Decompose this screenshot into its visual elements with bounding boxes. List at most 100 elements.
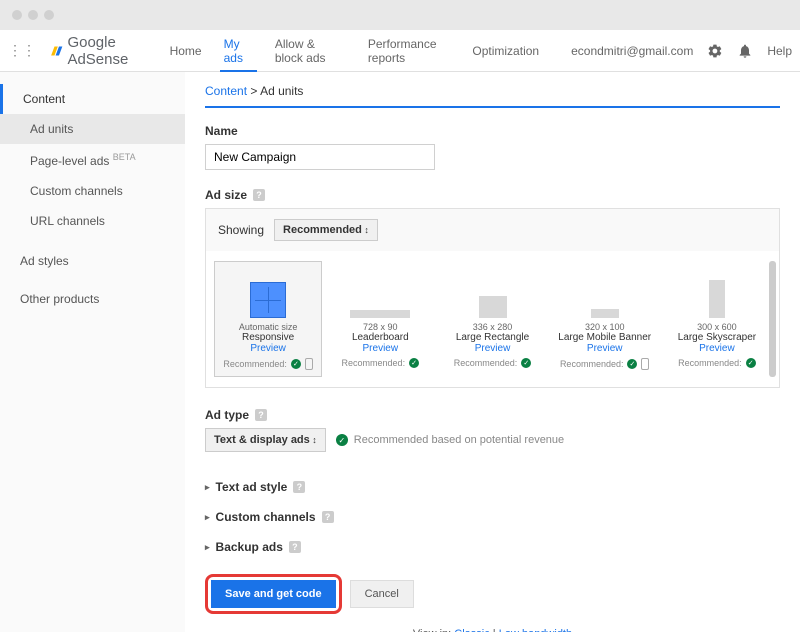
sidebar-item-ad-styles[interactable]: Ad styles [0,246,185,276]
breadcrumb-parent[interactable]: Content [205,84,247,98]
menu-icon[interactable]: ⋮⋮ [8,42,36,59]
window-dot [12,10,22,20]
preview-link[interactable]: Preview [329,343,431,354]
help-icon[interactable]: ? [255,409,267,421]
reco-label: Recommended: [560,359,624,369]
nav-optimization[interactable]: Optimization [468,30,543,72]
label-text: Ad type [205,408,249,422]
main-content: Content > Ad units Name Ad size ? Showin… [185,72,800,632]
reco-label: Recommended: [454,358,518,368]
preview-link[interactable]: Preview [554,343,656,354]
bell-icon[interactable] [737,41,753,61]
check-icon: ✓ [291,359,301,369]
save-and-get-code-button[interactable]: Save and get code [211,580,336,608]
view-low-bandwidth-link[interactable]: Low bandwidth [499,628,572,632]
name-label: Name [205,124,780,138]
ad-dim: 300 x 600 [666,322,768,332]
device-icon [641,358,649,370]
nav-help[interactable]: Help [767,44,792,58]
window-dot [44,10,54,20]
adtype-label: Ad type ? [205,408,780,422]
expand-label: Backup ads [216,540,283,554]
help-icon[interactable]: ? [289,541,301,553]
adsize-list: Automatic size Responsive Preview Recomm… [206,251,779,387]
nav-allow-block[interactable]: Allow & block ads [271,30,350,72]
ad-name: Responsive [217,332,319,343]
preview-link[interactable]: Preview [666,343,768,354]
cancel-button[interactable]: Cancel [350,580,414,608]
adtype-dropdown[interactable]: Text & display ads [205,428,326,452]
ad-dim: Automatic size [217,322,319,332]
ad-shape [591,309,619,318]
help-icon[interactable]: ? [322,511,334,523]
ad-name: Large Rectangle [441,332,543,343]
sidebar-item-custom-channels[interactable]: Custom channels [0,176,185,206]
name-input[interactable] [205,144,435,170]
responsive-icon [250,282,286,318]
help-icon[interactable]: ? [253,189,265,201]
ad-dim: 336 x 280 [441,322,543,332]
adsize-card-large-mobile-banner[interactable]: 320 x 100 Large Mobile Banner Preview Re… [551,261,659,377]
brand-logo[interactable]: Google AdSense [50,34,152,68]
window-dot [28,10,38,20]
adsense-icon [50,42,63,60]
breadcrumb: Content > Ad units [205,84,780,108]
check-icon: ✓ [409,358,419,368]
ad-dim: 728 x 90 [329,322,431,332]
preview-link[interactable]: Preview [217,343,319,354]
sidebar: Content Ad units Page-level ads BETA Cus… [0,72,185,632]
brand-name: Google AdSense [67,34,151,68]
expand-label: Custom channels [216,510,316,524]
nav-home[interactable]: Home [166,30,206,72]
ad-shape [479,296,507,318]
top-nav: ⋮⋮ Google AdSense Home My ads Allow & bl… [0,30,800,72]
beta-badge: BETA [113,152,136,162]
user-email[interactable]: econdmitri@gmail.com [571,44,693,58]
sidebar-item-page-level[interactable]: Page-level ads BETA [0,144,185,176]
save-button-highlight: Save and get code [205,574,342,614]
check-icon: ✓ [336,434,348,446]
expand-backup-ads[interactable]: Backup ads ? [205,532,780,562]
preview-link[interactable]: Preview [441,343,543,354]
adsize-card-large-skyscraper[interactable]: 300 x 600 Large Skyscraper Preview Recom… [663,261,771,377]
gear-icon[interactable] [707,41,723,61]
adsize-card-leaderboard[interactable]: 728 x 90 Leaderboard Preview Recommended… [326,261,434,377]
adsize-card-large-rectangle[interactable]: 336 x 280 Large Rectangle Preview Recomm… [438,261,546,377]
reco-label: Recommended: [678,358,742,368]
breadcrumb-sep: > [250,84,257,98]
nav-performance[interactable]: Performance reports [364,30,455,72]
reco-label: Recommended: [223,359,287,369]
sidebar-heading-content[interactable]: Content [0,84,185,114]
help-icon[interactable]: ? [293,481,305,493]
check-icon: ✓ [521,358,531,368]
adsize-label: Ad size ? [205,188,780,202]
showing-label: Showing [218,223,264,237]
adtype-reco: ✓ Recommended based on potential revenue [336,434,564,446]
device-icon [305,358,313,370]
check-icon: ✓ [746,358,756,368]
nav-my-ads[interactable]: My ads [220,30,257,72]
showing-dropdown[interactable]: Recommended [274,219,378,241]
sidebar-item-ad-units[interactable]: Ad units [0,114,185,144]
ad-dim: 320 x 100 [554,322,656,332]
label-text: Ad size [205,188,247,202]
expand-custom-channels[interactable]: Custom channels ? [205,502,780,532]
window-titlebar [0,0,800,30]
ad-shape [709,280,725,318]
expand-text-ad-style[interactable]: Text ad style ? [205,472,780,502]
ad-name: Large Skyscraper [666,332,768,343]
scrollbar[interactable] [769,261,776,377]
ad-name: Leaderboard [329,332,431,343]
adsize-card-responsive[interactable]: Automatic size Responsive Preview Recomm… [214,261,322,377]
view-in-label: View in: [413,628,451,632]
adsize-panel: Showing Recommended Automatic size Respo… [205,208,780,388]
sidebar-item-other-products[interactable]: Other products [0,284,185,314]
check-icon: ✓ [627,359,637,369]
sidebar-item-url-channels[interactable]: URL channels [0,206,185,236]
expand-label: Text ad style [216,480,288,494]
ad-name: Large Mobile Banner [554,332,656,343]
reco-label: Recommended: [342,358,406,368]
footer: View in: Classic | Low bandwidth © 2016 … [205,628,780,632]
reco-text: Recommended based on potential revenue [354,434,564,446]
view-classic-link[interactable]: Classic [454,628,489,632]
